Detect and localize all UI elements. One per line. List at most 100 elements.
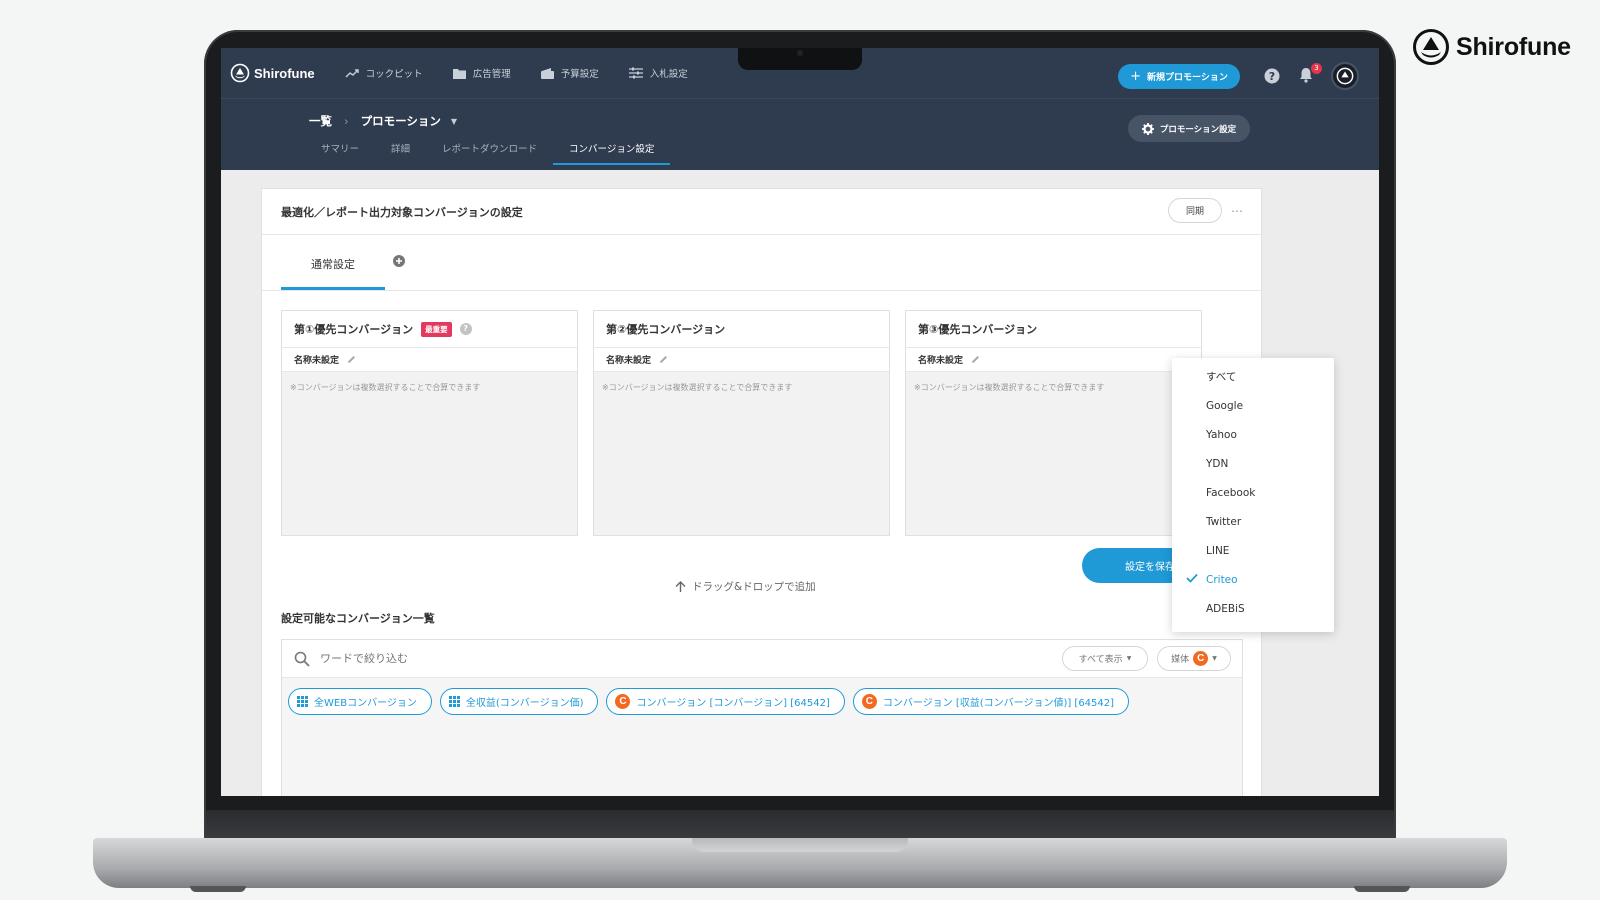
media-filter-select[interactable]: 媒体 C ▼ (1157, 646, 1231, 671)
shirofune-logo-icon (1336, 67, 1354, 85)
menu-item-all[interactable]: すべて (1172, 362, 1334, 391)
priority-3-box[interactable]: 第③優先コンバージョン 名称未設定 ※コンバージョンは複数選択することで合算でき… (905, 310, 1202, 536)
conversion-chip-label: コンバージョン [コンバージョン] [64542] (636, 698, 830, 709)
avatar[interactable] (1331, 62, 1359, 90)
nav-item-budget[interactable]: 予算設定 (540, 66, 599, 80)
nav-item-label: 入札設定 (649, 69, 688, 80)
menu-item-twitter[interactable]: Twitter (1172, 507, 1334, 536)
priority-name-text: 名称未設定 (606, 356, 652, 366)
priority-2-box[interactable]: 第②優先コンバージョン 名称未設定 ※コンバージョンは複数選択することで合算でき… (593, 310, 890, 536)
conversion-settings-card: 最適化／レポート出力対象コンバージョンの設定 同期 … 通常設定 第①優先コンバ… (261, 188, 1263, 796)
svg-text:?: ? (1269, 70, 1275, 83)
chevron-down-icon[interactable]: ▼ (451, 117, 457, 126)
priority-drop-zone[interactable]: ※コンバージョンは複数選択することで合算できます (906, 372, 1201, 535)
conversion-chips: 全WEBコンバージョン 全収益(コンバージョン価) C コンバージョン [コンバ… (282, 678, 1242, 796)
tab-summary[interactable]: サマリー (321, 141, 375, 165)
trend-icon (345, 69, 359, 78)
nav-item-bid[interactable]: 入札設定 (628, 66, 688, 80)
search-input[interactable] (320, 652, 920, 665)
menu-item-line[interactable]: LINE (1172, 536, 1334, 565)
most-important-badge: 最重要 (421, 321, 452, 337)
media-dropdown-menu: すべて Google Yahoo YDN Facebook Twitter LI… (1172, 358, 1334, 632)
conversion-chip[interactable]: C コンバージョン [収益(コンバージョン値)] [64542] (852, 688, 1130, 715)
new-promotion-label: 新規プロモーション (1147, 73, 1228, 83)
priority-name[interactable]: 名称未設定 (282, 348, 577, 372)
priority-name-text: 名称未設定 (294, 356, 340, 366)
priority-title: 第③優先コンバージョン (906, 311, 1201, 348)
menu-item-ydn[interactable]: YDN (1172, 449, 1334, 478)
breadcrumb: 一覧 › プロモーション ▼ (309, 113, 457, 129)
menu-item-adebis[interactable]: ADEBiS (1172, 594, 1334, 623)
divider (262, 234, 1263, 235)
shirofune-logo-icon (230, 63, 250, 83)
menu-item-facebook[interactable]: Facebook (1172, 478, 1334, 507)
nav-item-label: 広告管理 (472, 69, 511, 80)
app-logo[interactable]: Shirofune (230, 63, 315, 83)
grid-icon (297, 696, 308, 707)
show-all-select[interactable]: すべて表示 ▼ (1062, 646, 1148, 671)
priority-title-text: 第③優先コンバージョン (918, 323, 1038, 336)
new-promotion-button[interactable]: + 新規プロモーション (1118, 64, 1240, 89)
promotion-settings-button[interactable]: プロモーション設定 (1128, 115, 1250, 142)
breadcrumb-current[interactable]: プロモーション (361, 113, 441, 129)
shirofune-logo-icon (1413, 29, 1449, 65)
priority-drop-zone[interactable]: ※コンバージョンは複数選択することで合算できます (282, 372, 577, 535)
priority-name[interactable]: 名称未設定 (906, 348, 1201, 372)
priority-name-text: 名称未設定 (918, 356, 964, 366)
tab-normal-settings[interactable]: 通常設定 (281, 252, 385, 290)
search-icon (294, 651, 310, 667)
priority-title: 第①優先コンバージョン 最重要 ? (282, 311, 577, 348)
divider (262, 290, 1263, 291)
laptop-hinge (206, 810, 1394, 840)
conversion-chip[interactable]: 全WEBコンバージョン (288, 688, 432, 715)
arrow-up-icon (675, 580, 686, 592)
sync-button[interactable]: 同期 (1168, 198, 1222, 223)
priority-title-text: 第②優先コンバージョン (606, 323, 726, 336)
media-filter-label: 媒体 (1171, 655, 1190, 665)
priority-1-box[interactable]: 第①優先コンバージョン 最重要 ? 名称未設定 ※コンバージョンは複数選択するこ… (281, 310, 578, 536)
tab-detail[interactable]: 詳細 (375, 141, 426, 165)
brand-name: Shirofune (1456, 32, 1571, 61)
conversion-chip[interactable]: C コンバージョン [コンバージョン] [64542] (606, 688, 845, 715)
pencil-icon[interactable] (347, 355, 356, 364)
nav-item-label: 予算設定 (560, 69, 599, 80)
criteo-icon: C (861, 694, 877, 709)
priority-drop-zone[interactable]: ※コンバージョンは複数選択することで合算できます (594, 372, 889, 535)
chevron-right-icon: › (344, 114, 349, 128)
more-options-icon[interactable]: … (1231, 201, 1243, 215)
conversion-chip-label: 全収益(コンバージョン価) (465, 698, 584, 709)
wallet-icon (540, 67, 554, 79)
app-logo-text: Shirofune (254, 65, 315, 81)
brand-logo: Shirofune (1412, 28, 1571, 66)
priority-title: 第②優先コンバージョン (594, 311, 889, 348)
available-conversions-title: 設定可能なコンバージョン一覧 (281, 612, 435, 625)
search-row: すべて表示 ▼ 媒体 C ▼ (282, 640, 1242, 678)
menu-item-yahoo[interactable]: Yahoo (1172, 420, 1334, 449)
menu-item-google[interactable]: Google (1172, 391, 1334, 420)
tab-report-download[interactable]: レポートダウンロード (426, 141, 553, 165)
question-icon[interactable]: ? (459, 323, 472, 335)
app-screen: Shirofune コックピット 広告管理 予算設定 入札設定 + 新規プロモー… (221, 48, 1379, 796)
help-icon[interactable]: ? (1264, 68, 1280, 84)
tab-conversion-settings[interactable]: コンバージョン設定 (553, 141, 671, 165)
criteo-icon: C (615, 694, 631, 709)
add-tab-icon[interactable] (393, 255, 405, 267)
folder-icon (452, 68, 466, 79)
promotion-settings-label: プロモーション設定 (1159, 124, 1237, 135)
chevron-down-icon: ▼ (1126, 655, 1132, 662)
nav-item-label: コックピット (365, 69, 423, 80)
show-all-label: すべて表示 (1078, 655, 1123, 665)
criteo-icon: C (1193, 651, 1209, 666)
sliders-icon (628, 67, 643, 79)
nav-item-cockpit[interactable]: コックピット (345, 66, 423, 80)
conversion-chip[interactable]: 全収益(コンバージョン価) (439, 688, 599, 715)
nav-item-ads[interactable]: 広告管理 (452, 66, 511, 80)
drag-drop-hint: ドラッグ&ドロップで追加 (675, 579, 816, 594)
pencil-icon[interactable] (971, 355, 980, 364)
laptop-foot (1354, 886, 1410, 892)
card-title: 最適化／レポート出力対象コンバージョンの設定 (281, 206, 523, 219)
breadcrumb-root[interactable]: 一覧 (309, 113, 332, 129)
pencil-icon[interactable] (659, 355, 668, 364)
menu-item-criteo[interactable]: Criteo (1172, 565, 1334, 594)
priority-name[interactable]: 名称未設定 (594, 348, 889, 372)
